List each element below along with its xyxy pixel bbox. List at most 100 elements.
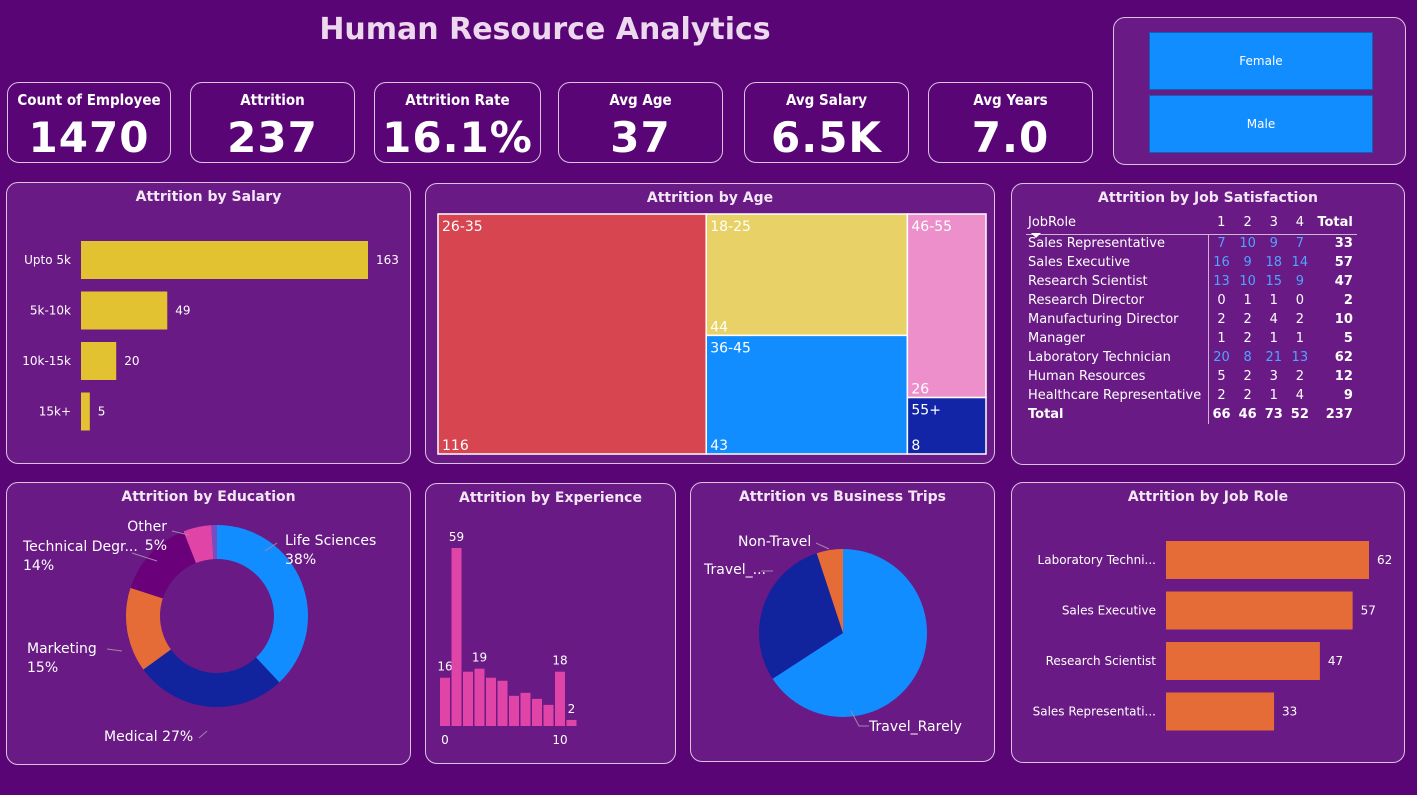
table-cell: 7 [1295,236,1304,252]
jobrole-bar [1166,692,1275,731]
table-cell: 10 [1334,312,1353,327]
data-label: 2 [568,702,576,716]
table-row[interactable]: Laboratory Technician 20 8 21 13 62 [1026,348,1357,367]
education-chart-panel: Attrition by Education Life Sciences 38% M… [6,482,411,765]
table-cell: 46 [1238,407,1257,422]
table-cell: 8 [1243,350,1252,365]
table-cell: 2 [1243,388,1252,403]
column-header[interactable]: JobRole [1026,212,1208,235]
table-row[interactable]: Sales Representative 7 10 9 7 33 [1026,234,1357,253]
slice-label: Other [127,519,167,535]
jobrole-chart-panel: Attrition by Job Role Laboratory Techni.… [1011,482,1405,763]
row-label: Manufacturing Director [1026,310,1209,329]
data-label: 33 [1282,705,1297,719]
kpi-label: Attrition [240,91,305,109]
column-header[interactable]: 1 [1208,212,1235,235]
experience-bar [566,719,577,726]
table-row[interactable]: Manufacturing Director 2 2 4 2 10 [1026,310,1357,329]
tile-value: 8 [911,438,920,454]
kpi-count-employee: Count of Employee 1470 [7,82,171,163]
table-cell: 2 [1243,312,1252,327]
tile-label: 26-35 [442,219,483,235]
jobrole-bar [1166,642,1320,680]
slice-label: Marketing [27,641,97,657]
leader-line [815,542,830,550]
row-label: Sales Executive [1026,253,1209,272]
table-row[interactable]: Healthcare Representative 2 2 1 4 9 [1026,386,1357,405]
column-header[interactable]: 3 [1260,212,1287,235]
experience-bar [543,704,554,726]
slicer-male-button[interactable]: Male [1149,95,1373,153]
table-cell: 1 [1269,331,1278,346]
slice-label: 38% [285,552,316,568]
table-cell: 2 [1243,331,1252,346]
tile-value: 26 [911,382,929,398]
tile-label: 36-45 [710,340,751,356]
column-header[interactable]: 4 [1286,212,1313,235]
table-cell: 2 [1295,312,1304,327]
table-cell: 33 [1334,236,1353,252]
jobsat-table: JobRole 1 2 3 4 Total Sales Representati… [1026,212,1357,424]
kpi-value: 37 [610,113,671,162]
table-cell: 2 [1343,293,1353,308]
slice-label: Non-Travel [738,534,811,550]
kpi-avg-years: Avg Years 7.0 [928,82,1093,163]
kpi-label: Count of Employee [17,91,161,109]
jobsat-table-panel: Attrition by Job Satisfaction JobRole 1 … [1011,183,1405,465]
experience-bar [555,671,565,726]
table-cell: 5 [1217,369,1226,384]
table-cell: 237 [1325,407,1353,422]
table-cell: 1 [1269,388,1278,403]
slice-label: 5% [145,538,167,554]
tile-label: 46-55 [911,219,952,235]
table-cell: 73 [1264,407,1283,422]
salary-bar [81,342,117,380]
leader-line [106,648,123,652]
kpi-label: Avg Salary [785,91,868,109]
slice-label: 15% [27,660,58,676]
tile-label: 55+ [911,403,941,419]
table-cell: 2 [1217,312,1226,327]
data-label: 20 [124,354,139,368]
table-cell: 21 [1265,350,1282,365]
table-row[interactable]: Human Resources 5 2 3 2 12 [1026,367,1357,386]
data-label: 18 [552,654,567,668]
treemap-tile [906,213,987,399]
jobrole-bar [1166,591,1353,630]
table-cell: 10 [1239,236,1256,252]
table-cell: 7 [1217,236,1226,252]
kpi-value: 6.5K [771,113,882,162]
table-cell: 62 [1334,350,1353,365]
table-cell: 4 [1269,312,1278,327]
table-cell: 1 [1243,293,1252,308]
table-row[interactable]: Sales Executive 16 9 18 14 57 [1026,253,1357,272]
treemap-tile [437,213,707,455]
table-cell: 4 [1295,388,1304,403]
table-cell: 9 [1269,236,1278,252]
experience-bar [497,680,508,726]
kpi-attrition: Attrition 237 [190,82,355,163]
data-label: 19 [472,651,487,665]
data-label: 62 [1377,553,1392,567]
salary-bar [81,241,368,279]
table-header-row: JobRole 1 2 3 4 Total [1026,212,1357,235]
experience-bar [463,671,473,726]
slice-label: Life Sciences [285,533,376,549]
column-header[interactable]: 2 [1234,212,1261,235]
table-row[interactable]: Research Scientist 13 10 15 9 47 [1026,272,1357,291]
experience-bar-chart: 16 0 59 19 18 10 2 [437,530,577,747]
table-row[interactable]: Research Director 0 1 1 0 2 [1026,291,1357,310]
sort-down-icon[interactable] [1030,232,1042,240]
leader-line [198,730,208,739]
kpi-value: 7.0 [971,113,1050,162]
table-row[interactable]: Manager 1 2 1 1 5 [1026,329,1357,348]
slicer-female-button[interactable]: Female [1149,32,1373,90]
slice-label: Travel_... [703,562,766,578]
table-cell: 13 [1213,274,1230,289]
table-cell: 20 [1213,350,1230,365]
jobrole-bar-chart: Laboratory Techni... 62 Sales Executive 57 R… [1033,541,1392,731]
category-label: Research Scientist [1046,654,1157,668]
experience-bar [520,692,531,726]
column-header[interactable]: Total [1312,212,1357,235]
data-label: 47 [1328,654,1343,668]
